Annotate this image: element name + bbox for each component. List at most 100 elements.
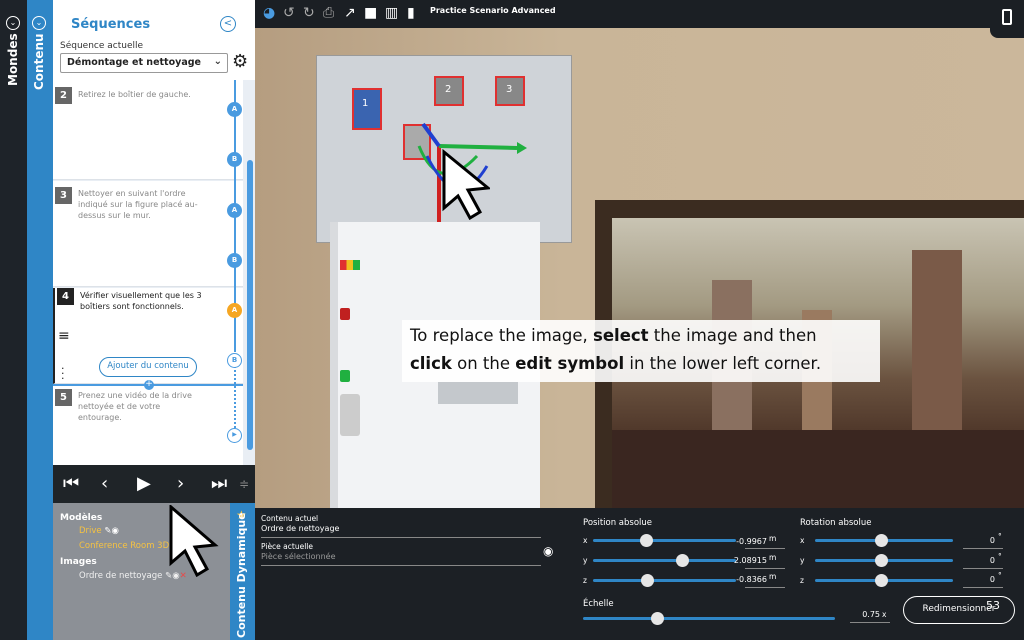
- position-z-value[interactable]: -0.8366: [727, 575, 767, 584]
- sequences-title: Séquences: [71, 17, 151, 32]
- rotation-y-value[interactable]: 0: [955, 556, 995, 565]
- step-item[interactable]: 2 Retirez le boîtier de gauche.: [53, 80, 243, 180]
- slider-knob[interactable]: [640, 534, 653, 547]
- slider-knob[interactable]: [875, 554, 888, 567]
- undo-icon[interactable]: ↺: [283, 5, 295, 21]
- redo-icon[interactable]: ↻: [303, 5, 315, 21]
- slider-knob[interactable]: [641, 574, 654, 587]
- component-label: 3: [506, 84, 513, 95]
- step-item[interactable]: 5 Prenez une vidéo de la drive nettoyée …: [53, 386, 243, 466]
- model-item[interactable]: Conference Room 3D: [79, 541, 169, 551]
- contenu-rail[interactable]: ⌄ Contenu: [27, 0, 53, 640]
- timeline-node-empty[interactable]: B: [227, 353, 242, 368]
- unit-label: m: [769, 553, 777, 562]
- hamburger-icon[interactable]: ≡: [58, 328, 70, 344]
- hint-tooltip: To replace the image, select the image a…: [402, 320, 880, 382]
- chart-icon[interactable]: ▮: [407, 5, 415, 21]
- sequence-select-value: Démontage et nettoyage: [67, 57, 201, 68]
- skip-start-icon[interactable]: ⏮: [63, 471, 79, 497]
- dynamic-content-label: Contenu Dynamique: [235, 512, 248, 638]
- mobile-view-button[interactable]: [990, 0, 1024, 38]
- unit-label: m: [769, 534, 777, 543]
- step-text: Prenez une vidéo de la drive nettoyée et…: [78, 391, 192, 422]
- model-item[interactable]: Drive ✎◉: [79, 526, 119, 536]
- component-1[interactable]: 1: [352, 88, 382, 130]
- share-icon[interactable]: ↗: [344, 5, 356, 21]
- dynamic-content-side: ★ Contenu Dynamique: [230, 503, 255, 640]
- sequence-select[interactable]: Démontage et nettoyage ⌄: [60, 53, 228, 73]
- timeline-node[interactable]: A: [227, 102, 242, 117]
- eye-icon[interactable]: ◉: [112, 526, 119, 536]
- collapse-left-icon[interactable]: <: [220, 16, 236, 32]
- indicator-lights: [340, 260, 360, 270]
- step-text: Vérifier visuellement que les 3 boîtiers…: [80, 291, 202, 311]
- rotation-label: Rotation absolue: [800, 518, 872, 528]
- previous-icon[interactable]: ‹: [101, 471, 108, 497]
- rotation-z-value[interactable]: 0: [955, 575, 995, 584]
- phone-icon: [1002, 9, 1012, 25]
- drag-handle-icon[interactable]: ≑: [239, 471, 249, 497]
- gear-icon[interactable]: ⚙: [232, 52, 248, 72]
- position-z-slider[interactable]: [593, 574, 736, 587]
- book-icon[interactable]: ▥: [385, 5, 398, 21]
- unit-label: x: [882, 610, 887, 619]
- eye-icon[interactable]: ◉: [543, 544, 553, 558]
- current-piece-input[interactable]: Pièce sélectionnée: [261, 552, 336, 561]
- rotation-y-slider[interactable]: [815, 554, 953, 567]
- scale-slider[interactable]: [583, 612, 835, 625]
- timeline-node-active[interactable]: A: [227, 303, 242, 318]
- slider-knob[interactable]: [651, 612, 664, 625]
- logo-icon[interactable]: ◕: [263, 5, 275, 21]
- rotation-x-slider[interactable]: [815, 534, 953, 547]
- rotation-z-slider[interactable]: [815, 574, 953, 587]
- mondes-rail[interactable]: ⌄ Mondes: [0, 0, 27, 640]
- step-item[interactable]: 3 Nettoyer en suivant l'ordre indiqué su…: [53, 181, 243, 287]
- step-text: Retirez le boîtier de gauche.: [78, 90, 191, 99]
- component-3[interactable]: 3: [495, 76, 525, 106]
- video-camera-icon[interactable]: ■: [364, 5, 377, 21]
- red-button: [340, 308, 350, 320]
- scale-label: Échelle: [583, 599, 614, 609]
- plus-icon[interactable]: +: [144, 380, 154, 390]
- hint-bold: edit symbol: [515, 354, 625, 373]
- chevron-down-icon[interactable]: ⌄: [32, 16, 46, 30]
- model-item-label: Drive: [79, 526, 102, 536]
- hint-text: the image and then: [648, 326, 817, 345]
- image-item-label: Ordre de nettoyage: [79, 571, 163, 581]
- component-2[interactable]: 2: [434, 76, 464, 106]
- add-content-button[interactable]: Ajouter du contenu: [99, 357, 197, 377]
- top-toolbar: ◕ ↺ ↻ ⎙ ↗ ■ ▥ ▮ Practice Scenario Advanc…: [255, 0, 990, 28]
- timeline-node[interactable]: B: [227, 152, 242, 167]
- player-controls: ⏮ ‹ ▶ › ⏭ ≑: [53, 465, 255, 503]
- timeline-node[interactable]: A: [227, 203, 242, 218]
- step-number: 3: [55, 187, 72, 204]
- unit-label: °: [998, 571, 1002, 580]
- play-icon[interactable]: ▶: [137, 471, 151, 497]
- current-content-label: Contenu actuel: [261, 514, 319, 523]
- hint-text: To replace the image,: [410, 326, 594, 345]
- rotation-x-value[interactable]: 0: [955, 536, 995, 545]
- position-x-slider[interactable]: [593, 534, 736, 547]
- scrollbar[interactable]: [247, 160, 253, 450]
- video-icon[interactable]: ▶: [227, 428, 242, 443]
- contenu-label: Contenu: [32, 33, 46, 90]
- chevron-down-icon[interactable]: ⌄: [6, 16, 20, 30]
- door-handle: [340, 394, 360, 436]
- position-y-slider[interactable]: [593, 554, 736, 567]
- position-x-value[interactable]: -0.9967: [727, 537, 767, 546]
- edit-icon[interactable]: ✎: [104, 526, 111, 536]
- slider-knob[interactable]: [875, 574, 888, 587]
- page-number: 53: [986, 599, 1000, 612]
- timeline-node[interactable]: B: [227, 253, 242, 268]
- scale-value[interactable]: 0.75: [840, 610, 880, 619]
- slider-knob[interactable]: [676, 554, 689, 567]
- component-label: 1: [362, 98, 369, 109]
- print-icon[interactable]: ⎙: [323, 5, 334, 21]
- next-icon[interactable]: ›: [177, 471, 184, 497]
- slider-knob[interactable]: [875, 534, 888, 547]
- position-label: Position absolue: [583, 518, 653, 528]
- skip-end-icon[interactable]: ⏭: [211, 471, 227, 497]
- more-vertical-icon[interactable]: · · ·: [61, 363, 65, 384]
- field-underline: [963, 568, 1003, 569]
- position-y-value[interactable]: 2.08915: [727, 556, 767, 565]
